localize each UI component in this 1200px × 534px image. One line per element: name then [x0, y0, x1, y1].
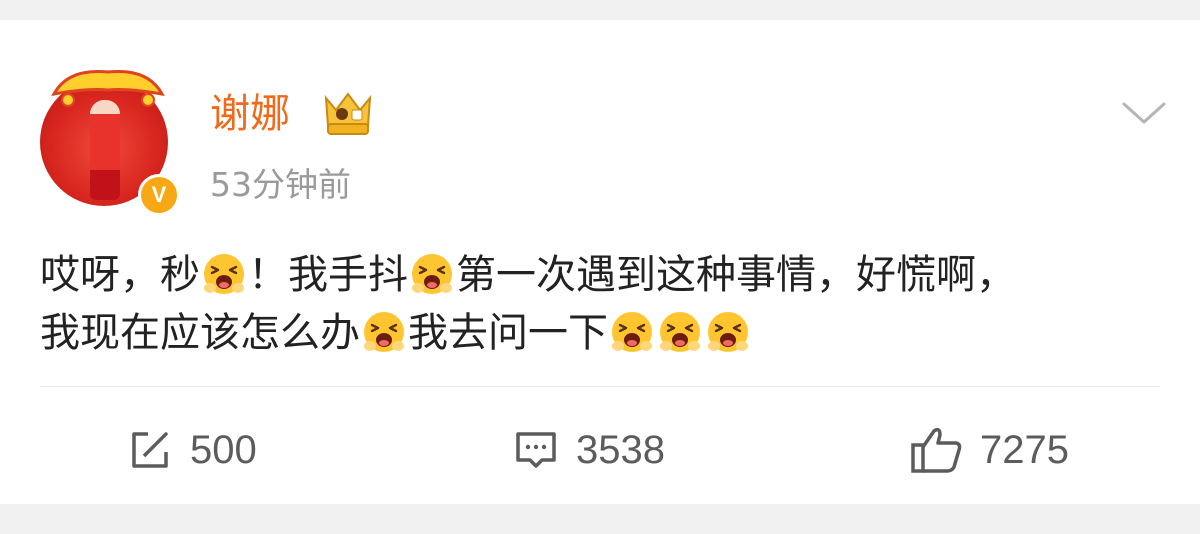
text-segment: 第一次遇到这种事情，好慌啊，	[456, 252, 1016, 298]
crying-emoji-icon	[658, 310, 702, 354]
post-timestamp: 53分钟前	[210, 165, 351, 204]
crying-emoji-icon	[410, 252, 454, 296]
like-count: 7275	[980, 427, 1069, 472]
crying-emoji-icon	[706, 310, 750, 354]
text-segment: 我去问一下	[408, 310, 608, 356]
post-text-line: 哎呀，秒 ！我手抖 第一次遇到这种事情，好慌啊，	[40, 246, 1170, 304]
divider	[40, 386, 1160, 387]
comment-icon	[516, 432, 556, 468]
thumbs-up-icon	[911, 427, 962, 473]
text-segment: 我现在应该怎么办	[40, 310, 360, 356]
like-button[interactable]: 7275	[910, 424, 1069, 476]
repost-count: 500	[190, 427, 257, 472]
crying-emoji-icon	[362, 310, 406, 354]
post-text: 哎呀，秒 ！我手抖 第一次遇到这种事情，好慌啊， 我现在应该怎么办 我去问一下	[40, 246, 1170, 362]
post-text-line: 我现在应该怎么办 我去问一下	[40, 304, 1170, 362]
repost-button[interactable]: 500	[126, 424, 257, 476]
vip-crown-icon	[324, 92, 372, 135]
avatar-banner-decoration	[51, 69, 165, 107]
comment-count: 3538	[576, 427, 665, 472]
avatar[interactable]: V	[40, 64, 180, 216]
text-segment: 哎呀，秒	[40, 252, 200, 298]
avatar-figure	[90, 100, 120, 200]
repost-icon	[132, 432, 168, 468]
verified-badge: V	[138, 174, 180, 216]
comment-button[interactable]: 3538	[512, 424, 665, 476]
crying-emoji-icon	[610, 310, 654, 354]
chevron-down-icon[interactable]	[1120, 98, 1168, 130]
text-segment: ！我手抖	[248, 252, 408, 298]
username[interactable]: 谢娜	[210, 90, 290, 138]
post-card: V 谢娜 53分钟前 哎呀，秒 ！我手抖 第一次遇到这种事情，好慌啊， 我现在应该怎…	[0, 20, 1200, 504]
crying-emoji-icon	[202, 252, 246, 296]
